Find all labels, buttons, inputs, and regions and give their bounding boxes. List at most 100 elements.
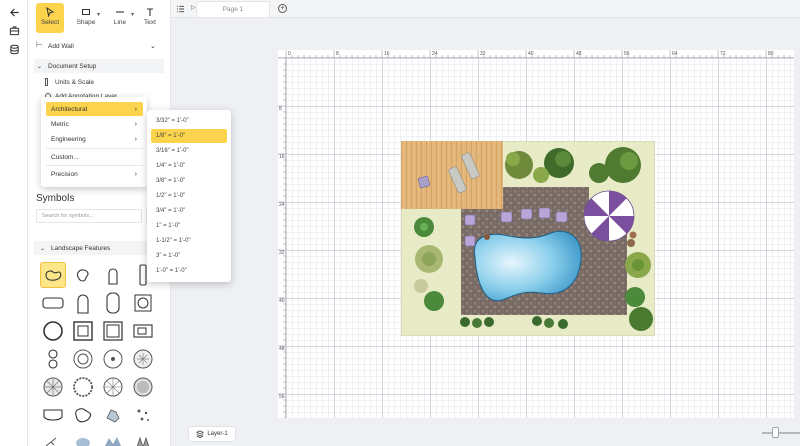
plants-symbol[interactable] bbox=[130, 402, 156, 428]
square-tub-symbol[interactable] bbox=[100, 318, 126, 344]
symbol-search-input[interactable]: Search for symbols... bbox=[36, 209, 142, 223]
grill-symbol[interactable] bbox=[130, 318, 156, 344]
rectangle-icon bbox=[82, 9, 90, 15]
custom-label: Custom... bbox=[51, 153, 79, 161]
document-setup-header[interactable]: ⌄ Document Setup bbox=[34, 59, 164, 73]
scale-option-label: 3/4" = 1'-0" bbox=[156, 208, 186, 214]
tree-symbol-1[interactable] bbox=[100, 374, 126, 400]
shape-tool-button[interactable]: Shape bbox=[72, 3, 100, 33]
cursor-icon bbox=[46, 7, 55, 17]
stepping-stones-symbol[interactable] bbox=[40, 346, 66, 372]
ruler-label: 24 bbox=[432, 51, 438, 57]
tool-toolbar: Select Shape ▾ Line ▾ Text bbox=[28, 0, 170, 34]
shape-chevron-icon[interactable]: ▾ bbox=[97, 11, 100, 18]
document-setup-label: Document Setup bbox=[48, 62, 97, 70]
scale-option-label: 1" = 1'-0" bbox=[156, 223, 181, 229]
line-tool-label: Line bbox=[113, 19, 127, 26]
ruler-label: 56 bbox=[279, 394, 285, 400]
rounded-pool-symbol[interactable] bbox=[40, 290, 66, 316]
succulent-symbol[interactable] bbox=[130, 428, 156, 446]
menu-item-precision[interactable]: Precision › bbox=[46, 167, 143, 181]
add-wall-label: Add Wall bbox=[48, 42, 74, 50]
blue-stone-symbol[interactable] bbox=[70, 428, 96, 446]
units-scale-row[interactable]: Units & Scale bbox=[28, 75, 170, 89]
layer-button[interactable]: Layer-1 bbox=[188, 426, 236, 442]
scale-option-1-1-2[interactable]: 1-1/2" = 1'-0" bbox=[151, 234, 227, 248]
scale-option-3-8[interactable]: 3/8" = 1'-0" bbox=[151, 174, 227, 188]
menu-item-metric[interactable]: Metric › bbox=[46, 117, 143, 131]
add-wall-icon: ⊢ bbox=[36, 40, 43, 49]
page-tab-label: Page 1 bbox=[222, 6, 244, 13]
scale-option-1-2[interactable]: 1/2" = 1'-0" bbox=[151, 189, 227, 203]
metric-label: Metric bbox=[51, 120, 69, 128]
backyard-plan[interactable] bbox=[401, 141, 655, 336]
document-setup-chevron-icon: ⌄ bbox=[37, 63, 43, 70]
chevron-right-icon: › bbox=[134, 120, 137, 128]
chevron-right-icon: › bbox=[134, 170, 137, 178]
menu-item-custom[interactable]: Custom... bbox=[46, 150, 143, 164]
round-end-pool-symbol[interactable] bbox=[100, 262, 126, 288]
rocks-symbol[interactable] bbox=[100, 402, 126, 428]
scale-option-3-32[interactable]: 3/32" = 1'-0" bbox=[151, 114, 227, 128]
briefcase-icon[interactable] bbox=[6, 22, 22, 38]
square-spa-symbol[interactable] bbox=[130, 290, 156, 316]
line-tool-button[interactable]: Line bbox=[106, 3, 134, 33]
scale-option-label: 1'-0" = 1'-0" bbox=[156, 268, 187, 274]
scale-option-label: 1-1/2" = 1'-0" bbox=[156, 238, 191, 244]
zoom-slider[interactable] bbox=[762, 432, 800, 434]
chevron-right-icon: › bbox=[134, 105, 137, 113]
tree-symbol-2[interactable] bbox=[130, 374, 156, 400]
page-list-icon[interactable] bbox=[176, 5, 185, 15]
text-tool-button[interactable]: Text bbox=[136, 3, 164, 33]
symbol-search-placeholder: Search for symbols... bbox=[42, 213, 94, 219]
kidney-pool-symbol[interactable] bbox=[40, 262, 66, 288]
top-ruler: 0 8 16 24 32 40 48 56 64 72 80 bbox=[278, 50, 794, 58]
ruler-label: 0 bbox=[288, 51, 291, 57]
menu-divider bbox=[46, 165, 143, 166]
scale-option-1-8[interactable]: 1/8" = 1'-0" bbox=[151, 129, 227, 143]
zoom-slider-thumb[interactable] bbox=[771, 427, 779, 438]
ruler-label: 72 bbox=[720, 51, 726, 57]
arch-pool-symbol[interactable] bbox=[70, 290, 96, 316]
round-planter-symbol[interactable] bbox=[130, 346, 156, 372]
add-page-icon[interactable]: + bbox=[278, 4, 287, 13]
landscape-features-header[interactable]: ⌄ Landscape Features bbox=[34, 241, 164, 255]
precision-label: Precision bbox=[51, 170, 78, 178]
page-tab[interactable]: Page 1 bbox=[196, 1, 270, 17]
icon-rail bbox=[0, 0, 28, 446]
scale-option-1-4[interactable]: 1/4" = 1'-0" bbox=[151, 159, 227, 173]
menu-item-architectural[interactable]: Architectural › bbox=[46, 102, 143, 116]
square-hot-tub-symbol[interactable] bbox=[70, 318, 96, 344]
garden-bed-symbol[interactable] bbox=[100, 428, 126, 446]
shrub-symbol-1[interactable] bbox=[40, 374, 66, 400]
scale-option-3[interactable]: 3" = 1'-0" bbox=[151, 249, 227, 263]
pond-symbol[interactable] bbox=[70, 402, 96, 428]
branch-symbol[interactable] bbox=[40, 428, 66, 446]
freeform-pool-symbol[interactable] bbox=[70, 262, 96, 288]
scale-option-1[interactable]: 1" = 1'-0" bbox=[151, 219, 227, 233]
add-wall-row[interactable]: ⊢ Add Wall ⌄ bbox=[28, 39, 170, 53]
scale-option-label: 3/16" = 1'-0" bbox=[156, 148, 189, 154]
ruler-icon bbox=[45, 78, 48, 86]
landscape-features-label: Landscape Features bbox=[51, 244, 111, 252]
scale-option-3-4[interactable]: 3/4" = 1'-0" bbox=[151, 204, 227, 218]
select-tool-button[interactable]: Select bbox=[36, 3, 64, 33]
symbols-title: Symbols bbox=[36, 193, 75, 204]
shrub-symbol-2[interactable] bbox=[70, 374, 96, 400]
scale-option-3-16[interactable]: 3/16" = 1'-0" bbox=[151, 144, 227, 158]
oval-rect-pool-symbol[interactable] bbox=[100, 290, 126, 316]
architectural-scale-submenu: 3/32" = 1'-0" 1/8" = 1'-0" 3/16" = 1'-0"… bbox=[147, 110, 231, 282]
ruler-label: 64 bbox=[672, 51, 678, 57]
round-hot-tub-symbol[interactable] bbox=[40, 318, 66, 344]
menu-item-engineering[interactable]: Engineering › bbox=[46, 132, 143, 146]
birdbath-symbol[interactable] bbox=[100, 346, 126, 372]
fountain-symbol[interactable] bbox=[70, 346, 96, 372]
rock-border-symbol[interactable] bbox=[40, 402, 66, 428]
database-icon[interactable] bbox=[6, 41, 22, 57]
scale-option-1-ft[interactable]: 1'-0" = 1'-0" bbox=[151, 264, 227, 278]
play-icon[interactable]: ▷ bbox=[191, 4, 196, 11]
scale-option-label: 1/2" = 1'-0" bbox=[156, 193, 186, 199]
scale-option-label: 3/8" = 1'-0" bbox=[156, 178, 186, 184]
line-chevron-icon[interactable]: ▾ bbox=[131, 11, 134, 18]
back-arrow-icon[interactable] bbox=[6, 4, 22, 20]
